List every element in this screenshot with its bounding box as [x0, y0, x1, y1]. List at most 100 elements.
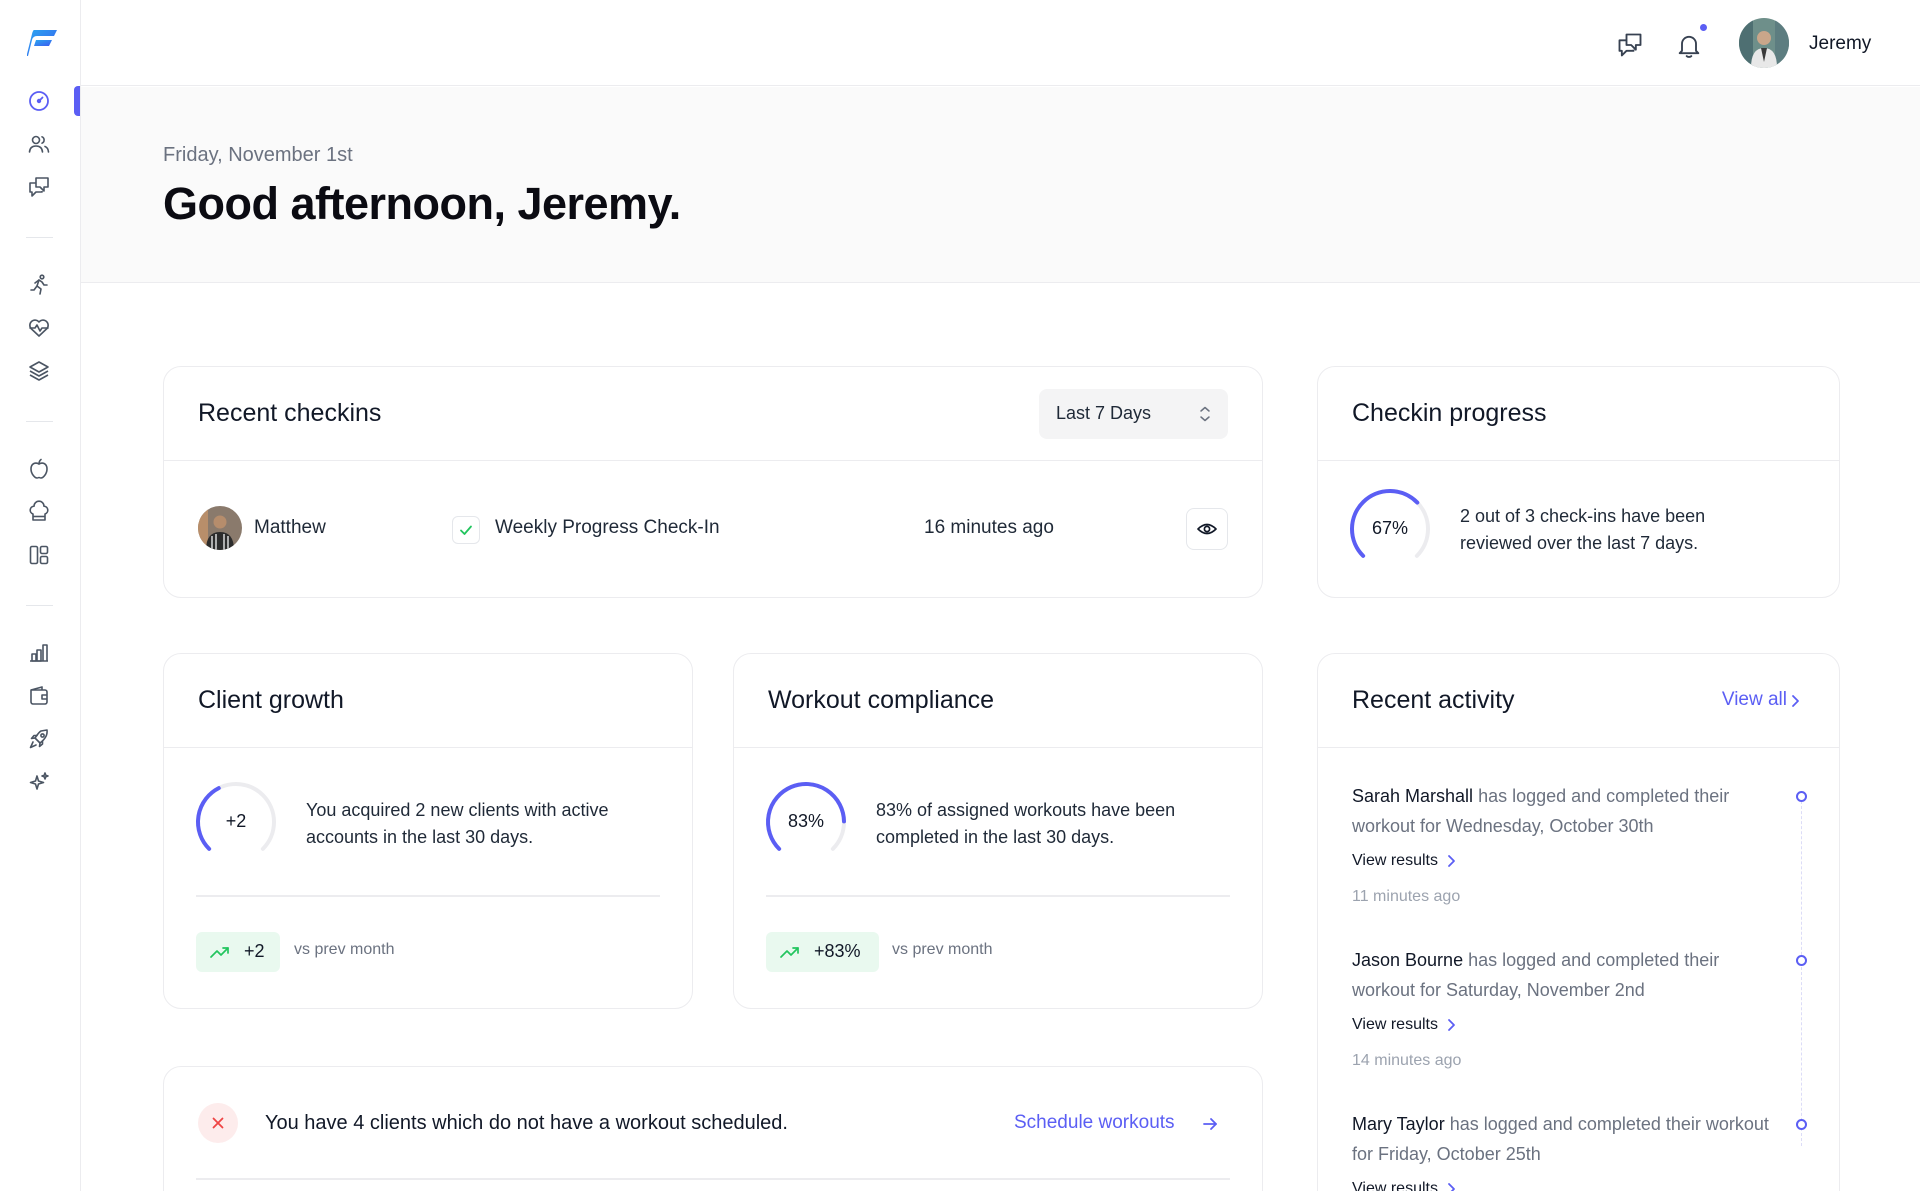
link-label: View results: [1352, 1180, 1438, 1191]
compliance-ring-label: 83%: [787, 811, 825, 831]
growth-description: You acquired 2 new clients with active a…: [306, 800, 609, 847]
divider: [766, 895, 1230, 897]
activity-client-name[interactable]: Sarah Marshall: [1352, 786, 1473, 806]
delta-badge: +83%: [766, 932, 879, 972]
sidebar: [0, 0, 81, 1191]
view-results-link[interactable]: View results: [1352, 1016, 1772, 1034]
checkin-progress-card: Checkin progress 67% 2 out of 3 check-in…: [1317, 366, 1840, 598]
recent-activity-card: Recent activity View all Sarah Marshall …: [1317, 653, 1840, 1191]
eye-icon: [1197, 523, 1217, 535]
delta-value: +83%: [814, 941, 861, 961]
chart-icon[interactable]: [27, 641, 51, 665]
card-header: Workout compliance: [734, 654, 1262, 748]
recent-checkins-card: Recent checkins Last 7 Days Matthew Week…: [163, 366, 1263, 598]
checkin-time: 16 minutes ago: [924, 517, 1054, 538]
chevron-up-down-icon: [1200, 406, 1210, 422]
timeline-dot: [1796, 1119, 1807, 1130]
layers-icon[interactable]: [27, 359, 51, 383]
activity-client-name[interactable]: Jason Bourne: [1352, 950, 1463, 970]
link-label: View results: [1352, 1016, 1438, 1033]
sidebar-divider: [26, 421, 53, 422]
sidebar-divider: [26, 605, 53, 606]
compare-label: vs prev month: [294, 941, 395, 958]
card-header: Checkin progress: [1318, 367, 1839, 461]
running-icon[interactable]: [27, 273, 51, 297]
checkin-row[interactable]: Matthew Weekly Progress Check-In 16 minu…: [164, 461, 1262, 597]
card-title: Checkin progress: [1352, 399, 1547, 427]
card-title: Recent activity: [1352, 686, 1515, 714]
avatar[interactable]: [1739, 18, 1789, 68]
rocket-icon[interactable]: [27, 727, 51, 751]
user-name[interactable]: Jeremy: [1809, 33, 1871, 55]
top-bar: [81, 0, 1920, 86]
app-logo[interactable]: [27, 28, 59, 58]
page-title: Good afternoon, Jeremy.: [163, 178, 681, 229]
activity-item: Mary Taylor has logged and completed the…: [1352, 1109, 1772, 1191]
divider: [196, 895, 660, 897]
chevron-right-icon[interactable]: [1789, 692, 1801, 710]
checkin-name: Weekly Progress Check-In: [495, 517, 720, 538]
view-results-link[interactable]: View results: [1352, 852, 1772, 870]
chevron-right-icon: [1448, 855, 1455, 867]
layout-icon[interactable]: [27, 543, 51, 567]
error-x-icon: [198, 1103, 238, 1143]
hero-section: Friday, November 1st Good afternoon, Jer…: [81, 87, 1920, 283]
view-results-link[interactable]: View results: [1352, 1180, 1772, 1191]
client-name[interactable]: Matthew: [254, 517, 326, 539]
sidebar-active-indicator: [74, 86, 80, 116]
view-checkin-button[interactable]: [1186, 508, 1228, 550]
activity-item: Sarah Marshall has logged and completed …: [1352, 781, 1772, 906]
card-header: Recent checkins Last 7 Days: [164, 367, 1262, 461]
activity-text: Mary Taylor has logged and completed the…: [1352, 1109, 1772, 1169]
check-icon: [452, 516, 480, 544]
trending-up-icon: [210, 947, 229, 958]
activity-item: Jason Bourne has logged and completed th…: [1352, 945, 1772, 1070]
card-header: Client growth: [164, 654, 692, 748]
timeline-dot: [1796, 791, 1807, 802]
card-title: Client growth: [198, 686, 344, 714]
select-value: Last 7 Days: [1056, 403, 1152, 423]
arrow-right-icon[interactable]: [1201, 1115, 1219, 1133]
schedule-workouts-link[interactable]: Schedule workouts: [1014, 1112, 1175, 1134]
users-icon[interactable]: [27, 132, 51, 156]
chevron-right-icon: [1448, 1019, 1455, 1031]
avatar: [198, 506, 242, 550]
growth-ring-label: +2: [225, 811, 247, 831]
current-date: Friday, November 1st: [163, 144, 353, 166]
sidebar-divider: [26, 237, 53, 238]
messages-icon[interactable]: [1616, 31, 1644, 59]
chef-hat-icon[interactable]: [27, 500, 51, 524]
progress-description: 2 out of 3 check-ins have been reviewed …: [1460, 506, 1706, 553]
link-label: View results: [1352, 852, 1438, 869]
sparkles-icon[interactable]: [27, 770, 51, 794]
progress-ring-label: 67%: [1371, 518, 1409, 538]
dashboard-icon[interactable]: [27, 89, 51, 113]
compliance-description: 83% of assigned workouts have been compl…: [876, 800, 1176, 847]
activity-text: Sarah Marshall has logged and completed …: [1352, 781, 1772, 841]
apple-icon[interactable]: [27, 457, 51, 481]
messages-icon[interactable]: [27, 175, 51, 199]
activity-text: Jason Bourne has logged and completed th…: [1352, 945, 1772, 1005]
card-header: Recent activity View all: [1318, 654, 1839, 748]
notification-dot: [1698, 22, 1709, 33]
compare-label: vs prev month: [892, 941, 993, 958]
delta-value: +2: [244, 941, 265, 961]
date-range-select[interactable]: Last 7 Days: [1039, 389, 1228, 439]
view-all-link[interactable]: View all: [1722, 689, 1787, 711]
heart-pulse-icon[interactable]: [27, 316, 51, 340]
divider: [196, 1178, 1230, 1180]
activity-time: 11 minutes ago: [1352, 888, 1461, 905]
unscheduled-clients-alert: You have 4 clients which do not have a w…: [163, 1066, 1263, 1191]
client-growth-card: Client growth +2 You acquired 2 new clie…: [163, 653, 693, 1009]
alert-message: You have 4 clients which do not have a w…: [265, 1112, 788, 1134]
bell-icon[interactable]: [1675, 31, 1703, 59]
card-title: Recent checkins: [198, 399, 382, 427]
wallet-icon[interactable]: [27, 684, 51, 708]
trending-up-icon: [780, 947, 799, 958]
card-title: Workout compliance: [768, 686, 995, 714]
delta-badge: +2: [196, 932, 280, 972]
chevron-right-icon: [1448, 1183, 1455, 1191]
activity-client-name[interactable]: Mary Taylor: [1352, 1114, 1445, 1134]
activity-time: 14 minutes ago: [1352, 1052, 1462, 1069]
workout-compliance-card: Workout compliance 83% 83% of assigned w…: [733, 653, 1263, 1009]
